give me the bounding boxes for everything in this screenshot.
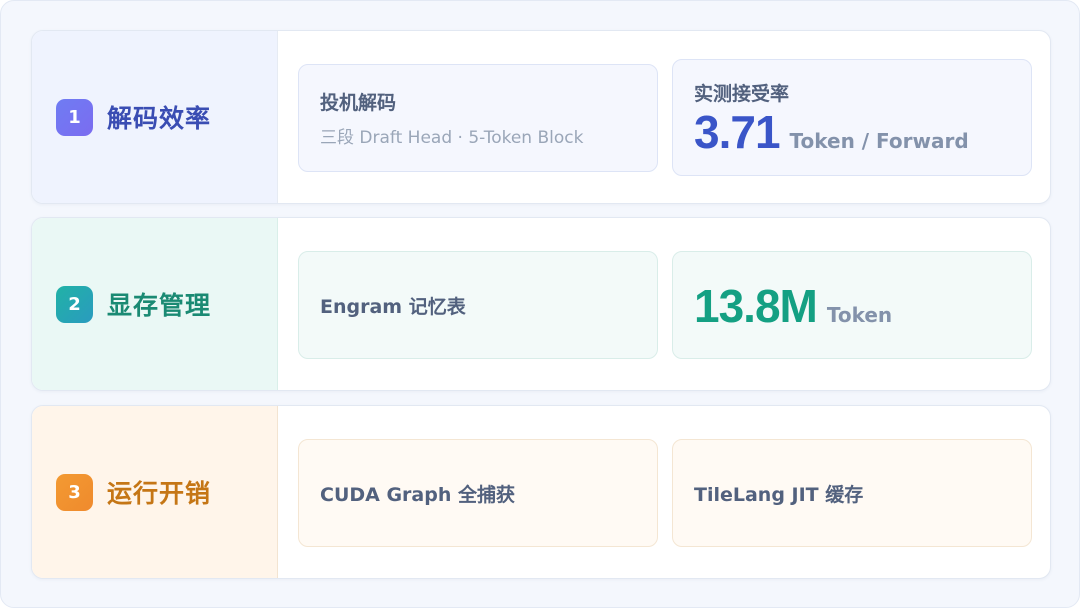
metric-title: 实测接受率 — [694, 82, 790, 105]
metric-value: 3.71 — [694, 105, 781, 158]
tilelang-jit-card: TileLang JIT 缓存 — [672, 439, 1032, 547]
speculative-decoding-card: 投机解码 三段 Draft Head · 5-Token Block — [298, 64, 658, 172]
acceptance-rate-card: 实测接受率 3.71 Token / Forward — [672, 59, 1032, 176]
row-number-badge: 1 — [56, 98, 93, 136]
card-title: CUDA Graph 全捕获 — [320, 483, 515, 506]
row-label: 显存管理 — [107, 291, 212, 320]
metric-line: 13.8M Token — [694, 279, 1031, 332]
metric-line: 3.71 Token / Forward — [694, 105, 1031, 158]
metric-unit: Token / Forward — [789, 128, 969, 153]
metric-unit: Token — [826, 302, 893, 327]
card-title: TileLang JIT 缓存 — [694, 483, 864, 506]
card-title: Engram 记忆表 — [320, 295, 466, 318]
metric-value: 13.8M — [694, 279, 818, 332]
row-label-column: 2 显存管理 — [32, 218, 278, 390]
row-label-column: 3 运行开销 — [32, 406, 278, 578]
row-label: 解码效率 — [107, 104, 212, 133]
cuda-graph-card: CUDA Graph 全捕获 — [298, 439, 658, 547]
row-runtime-overhead: 3 运行开销 CUDA Graph 全捕获 TileLang JIT 缓存 — [31, 405, 1051, 579]
row-memory-management: 2 显存管理 Engram 记忆表 13.8M Token — [31, 217, 1051, 391]
row-number-badge: 2 — [56, 285, 93, 323]
row-number-badge: 3 — [56, 473, 93, 511]
token-capacity-card: 13.8M Token — [672, 251, 1032, 359]
diagram-frame: 1 解码效率 投机解码 三段 Draft Head · 5-Token Bloc… — [0, 0, 1080, 608]
row-decoding-efficiency: 1 解码效率 投机解码 三段 Draft Head · 5-Token Bloc… — [31, 30, 1051, 204]
card-title: 投机解码 — [320, 92, 397, 114]
card-subtitle: 三段 Draft Head · 5-Token Block — [320, 128, 584, 148]
engram-table-card: Engram 记忆表 — [298, 251, 658, 359]
row-label-column: 1 解码效率 — [32, 31, 278, 203]
row-label: 运行开销 — [107, 479, 212, 508]
